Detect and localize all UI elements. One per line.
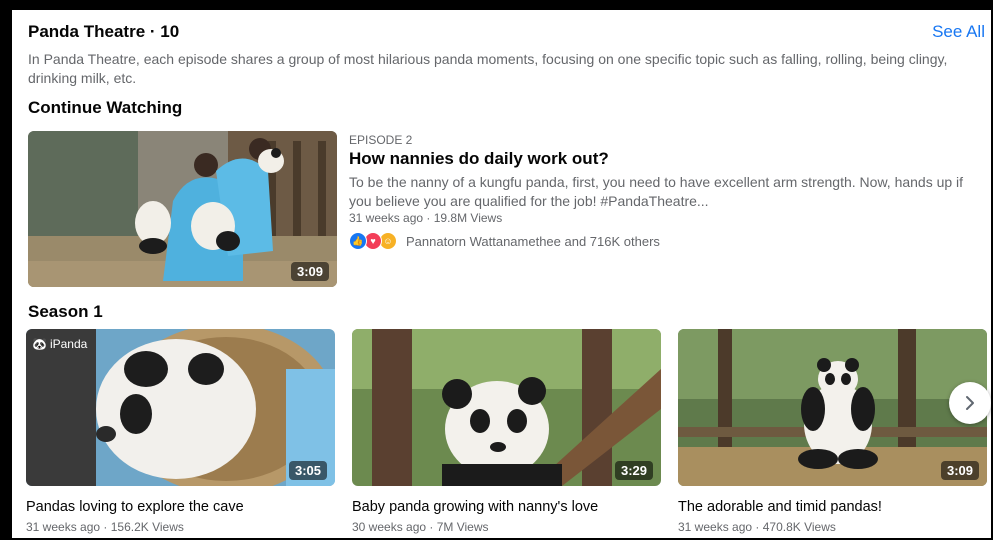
chevron-right-icon: [966, 396, 974, 410]
continue-watching-thumbnail[interactable]: 3:09: [28, 131, 337, 287]
video-thumbnail-2[interactable]: 3:29: [352, 329, 661, 486]
see-all-link[interactable]: See All: [932, 22, 985, 42]
episode-title[interactable]: How nannies do daily work out?: [349, 149, 609, 169]
video-meta-1: 31 weeks ago · 156.2K Views: [26, 520, 184, 534]
video-meta-3: 31 weeks ago · 470.8K Views: [678, 520, 836, 534]
video-title-2[interactable]: Baby panda growing with nanny's love: [352, 499, 598, 515]
season-heading: Season 1: [28, 302, 103, 321]
continue-watching-heading: Continue Watching: [28, 98, 183, 117]
video-title-1[interactable]: Pandas loving to explore the cave: [26, 499, 244, 515]
episode-description: To be the nanny of a kungfu panda, first…: [349, 174, 964, 209]
duration-badge: 3:29: [614, 461, 653, 480]
ipanda-logo-icon: 🐼: [32, 337, 47, 351]
like-icon: 👍: [349, 232, 367, 250]
duration-badge: 3:09: [940, 461, 979, 480]
reactions-text: Pannatorn Wattanamethee and 716K others: [406, 233, 660, 249]
video-thumbnail-3[interactable]: 3:09: [678, 329, 987, 486]
duration-badge: 3:05: [288, 461, 327, 480]
ipanda-badge: 🐼 iPanda: [32, 337, 88, 351]
series-title: Panda Theatre · 10: [28, 22, 180, 41]
video-meta-2: 30 weeks ago · 7M Views: [352, 520, 489, 534]
reactions-summary[interactable]: 👍 ♥ ☺ Pannatorn Wattanamethee and 716K o…: [349, 232, 660, 250]
video-thumbnail-1[interactable]: 🐼 iPanda 3:05: [26, 329, 335, 486]
episode-meta: 31 weeks ago · 19.8M Views: [349, 211, 503, 225]
panda-theatre-panel: Panda Theatre · 10 See All In Panda Thea…: [12, 10, 991, 538]
video-title-3[interactable]: The adorable and timid pandas!: [678, 499, 882, 515]
duration-badge: 3:09: [290, 262, 329, 281]
next-videos-button[interactable]: [949, 382, 991, 424]
episode-label: EPISODE 2: [349, 133, 413, 147]
series-description: In Panda Theatre, each episode shares a …: [28, 51, 948, 86]
